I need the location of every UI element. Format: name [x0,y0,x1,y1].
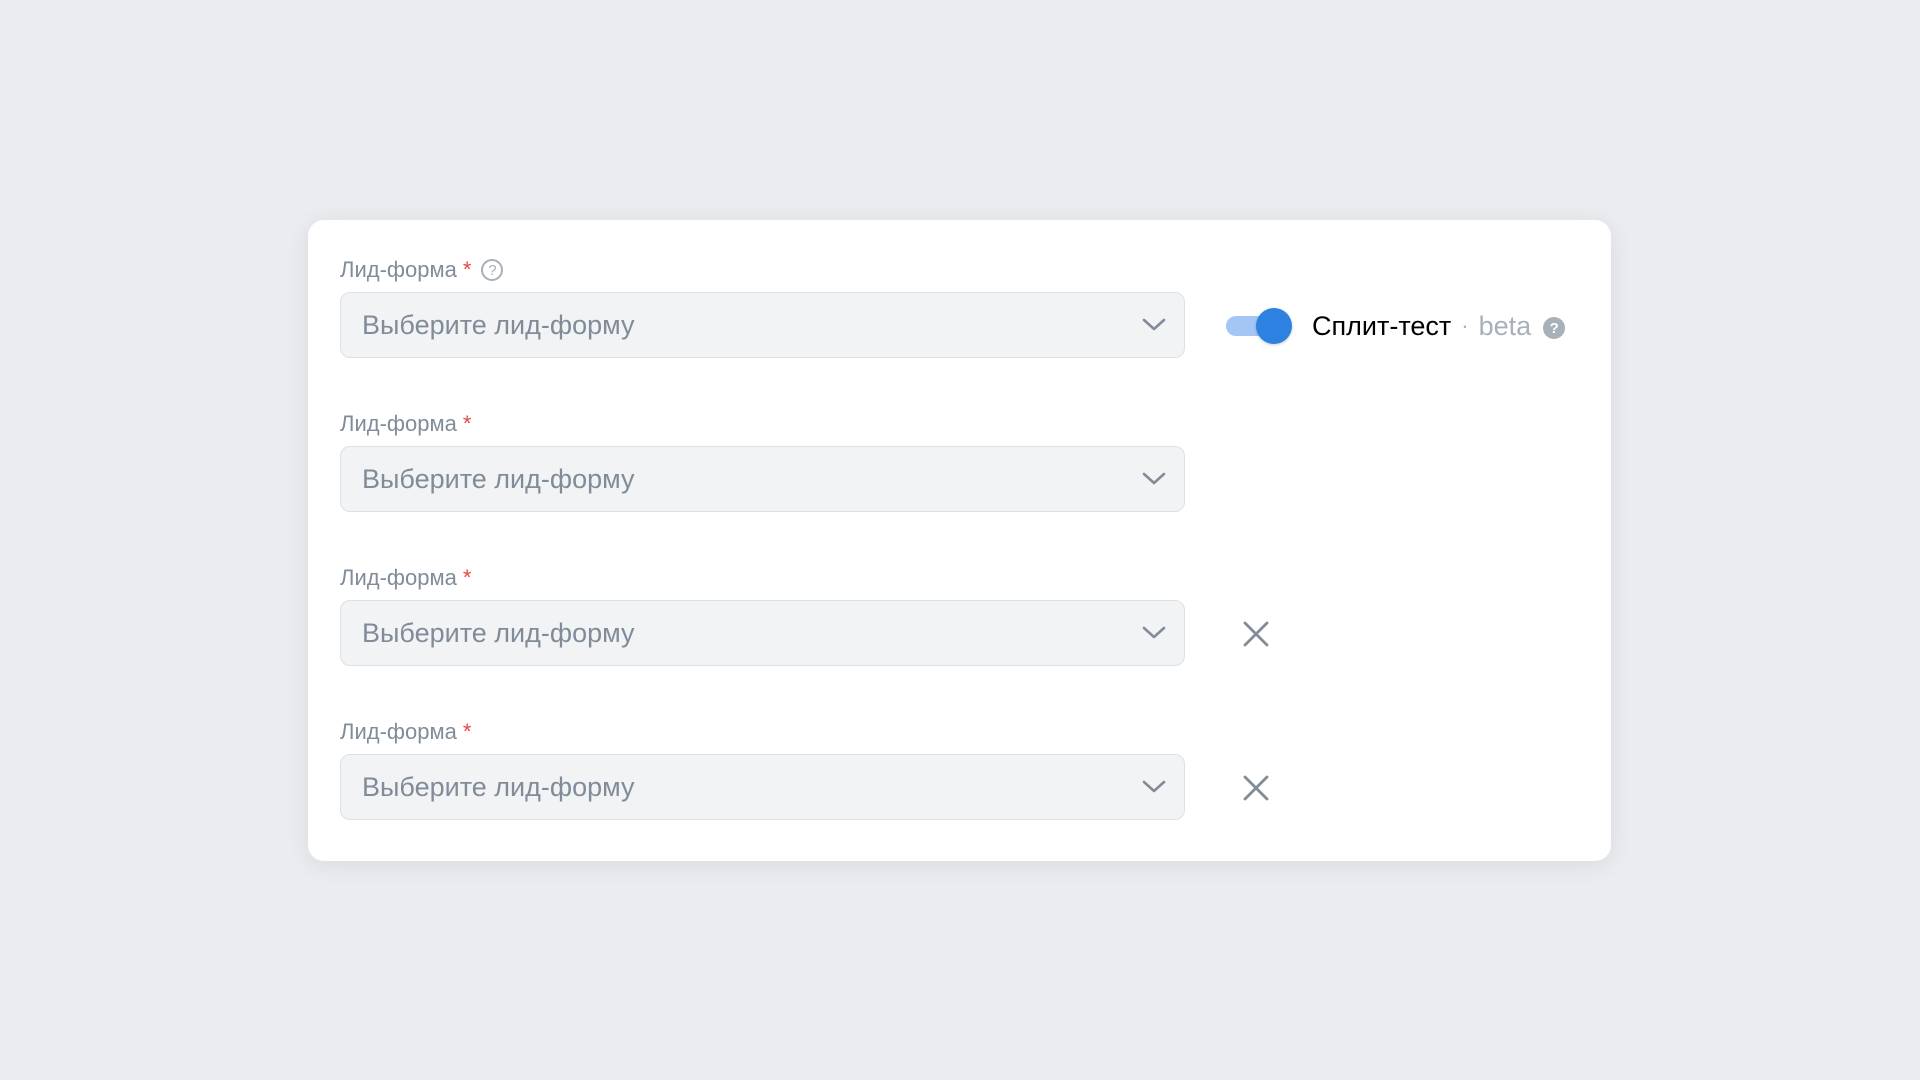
field-label-text: Лид-форма [340,411,457,436]
lead-form-select[interactable]: Выберите лид-форму [340,446,1185,512]
close-icon[interactable] [1242,774,1270,802]
lead-form-field-4: Лид-форма * Выберите лид-форму [340,718,1269,820]
required-mark: * [462,411,472,436]
help-icon[interactable]: ? [1543,317,1566,339]
select-placeholder: Выберите лид-форму [362,463,635,494]
field-label: Лид-форма * [340,564,471,592]
field-label: Лид-форма * ? [340,256,504,284]
lead-form-card: Лид-форма * ? Выберите лид-форму Сплит-т… [308,220,1611,861]
split-test-toggle[interactable] [1226,308,1292,344]
chevron-down-icon [1142,780,1166,793]
beta-badge: beta [1478,310,1532,341]
field-label: Лид-форма * [340,718,471,746]
chevron-down-icon [1142,318,1166,331]
split-test-separator: · [1461,313,1469,338]
split-test-label: Сплит-тест [1312,310,1452,341]
field-label-text: Лид-форма [340,257,457,282]
select-placeholder: Выберите лид-форму [362,771,635,802]
select-placeholder: Выберите лид-форму [362,309,635,340]
lead-form-select[interactable]: Выберите лид-форму [340,292,1185,358]
lead-form-field-2: Лид-форма * Выберите лид-форму [340,410,1185,512]
toggle-thumb [1256,308,1292,344]
help-icon[interactable]: ? [481,259,504,281]
field-label: Лид-форма * [340,410,471,438]
lead-form-field-1: Лид-форма * ? Выберите лид-форму [340,256,1185,358]
required-mark: * [462,257,472,282]
lead-form-select[interactable]: Выберите лид-форму [340,600,1185,666]
required-mark: * [462,565,472,590]
field-label-text: Лид-форма [340,719,457,744]
split-test-control: Сплит-тест · beta ? [1226,306,1566,346]
select-placeholder: Выберите лид-форму [362,617,635,648]
required-mark: * [462,719,472,744]
field-label-text: Лид-форма [340,565,457,590]
chevron-down-icon [1142,472,1166,485]
lead-form-select[interactable]: Выберите лид-форму [340,754,1185,820]
lead-form-field-3: Лид-форма * Выберите лид-форму [340,564,1269,666]
chevron-down-icon [1142,626,1166,639]
close-icon[interactable] [1242,620,1270,648]
